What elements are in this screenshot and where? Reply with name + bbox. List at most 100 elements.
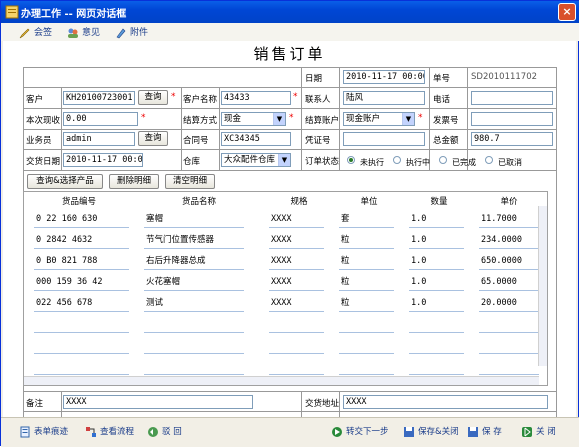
pen-icon [19,28,30,38]
delivery-date-field[interactable]: 2010-11-17 00:00 [63,153,143,167]
salesman-query-button[interactable]: 查询 [138,131,168,146]
column-header: 数量 [430,197,448,207]
chevron-down-icon: ▼ [273,113,285,125]
table-cell[interactable]: 1.0 [411,233,426,247]
table-cell[interactable]: 火花塞帽 [146,275,180,289]
delete-detail-button[interactable]: 删除明细 [109,174,159,189]
invoice-field[interactable] [471,112,553,126]
remark-field[interactable]: XXXX [63,395,253,409]
table-cell[interactable]: 套 [341,212,350,226]
table-cell[interactable]: 塞帽 [146,212,163,226]
table-cell[interactable]: XXXX [271,233,291,247]
cell-underline [269,311,324,312]
table-cell[interactable]: 节气门位置传感器 [146,233,214,247]
form-trace-button[interactable]: 表单痕迹 [19,425,68,439]
required-mark: * [293,92,298,102]
cell-underline [269,374,324,375]
table-cell[interactable]: 1.0 [411,254,426,268]
order-no-value: SD2010111702 [471,72,538,82]
receipt-field[interactable]: 0.00 [63,112,138,126]
table-cell[interactable]: 11.7000 [481,212,517,226]
status-radio-running[interactable] [393,156,401,164]
query-select-product-button[interactable]: 查询&选择产品 [27,174,103,189]
cell-underline [269,248,324,249]
table-cell[interactable]: 粒 [341,233,350,247]
table-cell[interactable]: 右后升降器总成 [146,254,206,268]
table-cell[interactable]: XXXX [271,275,291,289]
table-cell[interactable]: 1.0 [411,275,426,289]
opinion-button[interactable]: 意见 [67,25,100,39]
product-grid: 货品编号 货品名称 规格 单位 数量 单价 0 22 160 630 塞帽 XXXX… [23,191,548,386]
table-cell[interactable]: 1.0 [411,296,426,310]
cell-underline [269,332,324,333]
required-mark: * [418,113,423,123]
customer-query-button[interactable]: 查询 [138,90,168,105]
phone-field[interactable] [471,91,553,105]
forward-icon [332,426,342,437]
horizontal-scrollbar[interactable] [24,376,539,385]
salesman-field[interactable]: admin [63,132,135,146]
status-option-label: 已取消 [498,158,522,167]
cell-underline [409,353,464,354]
customer-field[interactable]: KH20100723001 [63,91,135,105]
clear-detail-button[interactable]: 清空明细 [165,174,215,189]
table-cell[interactable]: XXXX [271,212,291,226]
contract-field[interactable]: XC34345 [221,132,291,146]
table-cell[interactable]: XXXX [271,254,291,268]
table-cell[interactable]: 测试 [146,296,163,310]
cell-underline [34,332,129,333]
voucher-field[interactable] [343,132,425,146]
table-cell[interactable]: 650.0000 [481,254,522,268]
cell-underline [409,290,464,291]
date-label: 日期 [305,74,323,84]
settle-account-select[interactable]: 现金账户 ▼ [343,112,415,126]
table-cell[interactable]: 粒 [341,275,350,289]
settle-label: 结算方式 [183,116,218,126]
close-button[interactable]: 关 闭 [521,425,556,439]
contact-field[interactable]: 陆风 [343,91,425,105]
save-and-close-button[interactable]: 保存&关闭 [403,425,459,439]
forward-next-step-button[interactable]: 转交下一步 [331,425,389,439]
total-field[interactable]: 980.7 [471,132,553,146]
warehouse-select[interactable]: 大众配件仓库 ▼ [221,153,291,167]
table-cell[interactable]: 000 159 36 42 [36,275,103,289]
customer-label: 客户 [26,95,44,105]
status-option-label: 已完成 [452,158,476,167]
table-cell[interactable]: 20.0000 [481,296,517,310]
save-button[interactable]: 保 存 [467,425,502,439]
status-radio-cancelled[interactable] [485,156,493,164]
reject-button[interactable]: 驳 回 [147,425,182,439]
cell-underline [339,374,394,375]
table-cell[interactable]: 粒 [341,296,350,310]
status-radio-pending[interactable] [347,156,355,164]
vertical-scrollbar[interactable] [538,206,547,366]
countersign-button[interactable]: 会签 [19,25,52,39]
table-cell[interactable]: 0 B0 821 788 [36,254,97,268]
voucher-label: 凭证号 [305,136,331,146]
settle-select[interactable]: 现金 ▼ [221,112,286,126]
receipt-label: 本次现收 [26,116,61,126]
customer-name-field[interactable]: 43433 [221,91,291,105]
contact-label: 联系人 [305,95,331,105]
cell-underline [339,290,394,291]
cell-underline [409,311,464,312]
view-flow-button[interactable]: 查看流程 [85,425,134,439]
table-cell[interactable]: XXXX [271,296,291,310]
table-cell[interactable]: 022 456 678 [36,296,92,310]
attachment-icon [116,28,126,38]
cell-underline [339,269,394,270]
table-cell[interactable]: 0 22 160 630 [36,212,97,226]
table-cell[interactable]: 粒 [341,254,350,268]
table-cell[interactable]: 0 2842 4632 [36,233,92,247]
status-radio-done[interactable] [439,156,447,164]
table-cell[interactable]: 234.0000 [481,233,522,247]
delivery-addr-field[interactable]: XXXX [343,395,548,409]
close-window-button[interactable]: × [558,3,576,21]
date-field[interactable]: 2010-11-17 00:00 [343,70,425,84]
table-cell[interactable]: 1.0 [411,212,426,226]
table-cell[interactable]: 65.0000 [481,275,517,289]
warehouse-label: 仓库 [183,157,201,167]
close-icon [522,426,532,437]
column-header: 货品名称 [181,197,216,207]
attachment-button[interactable]: 附件 [115,25,148,39]
